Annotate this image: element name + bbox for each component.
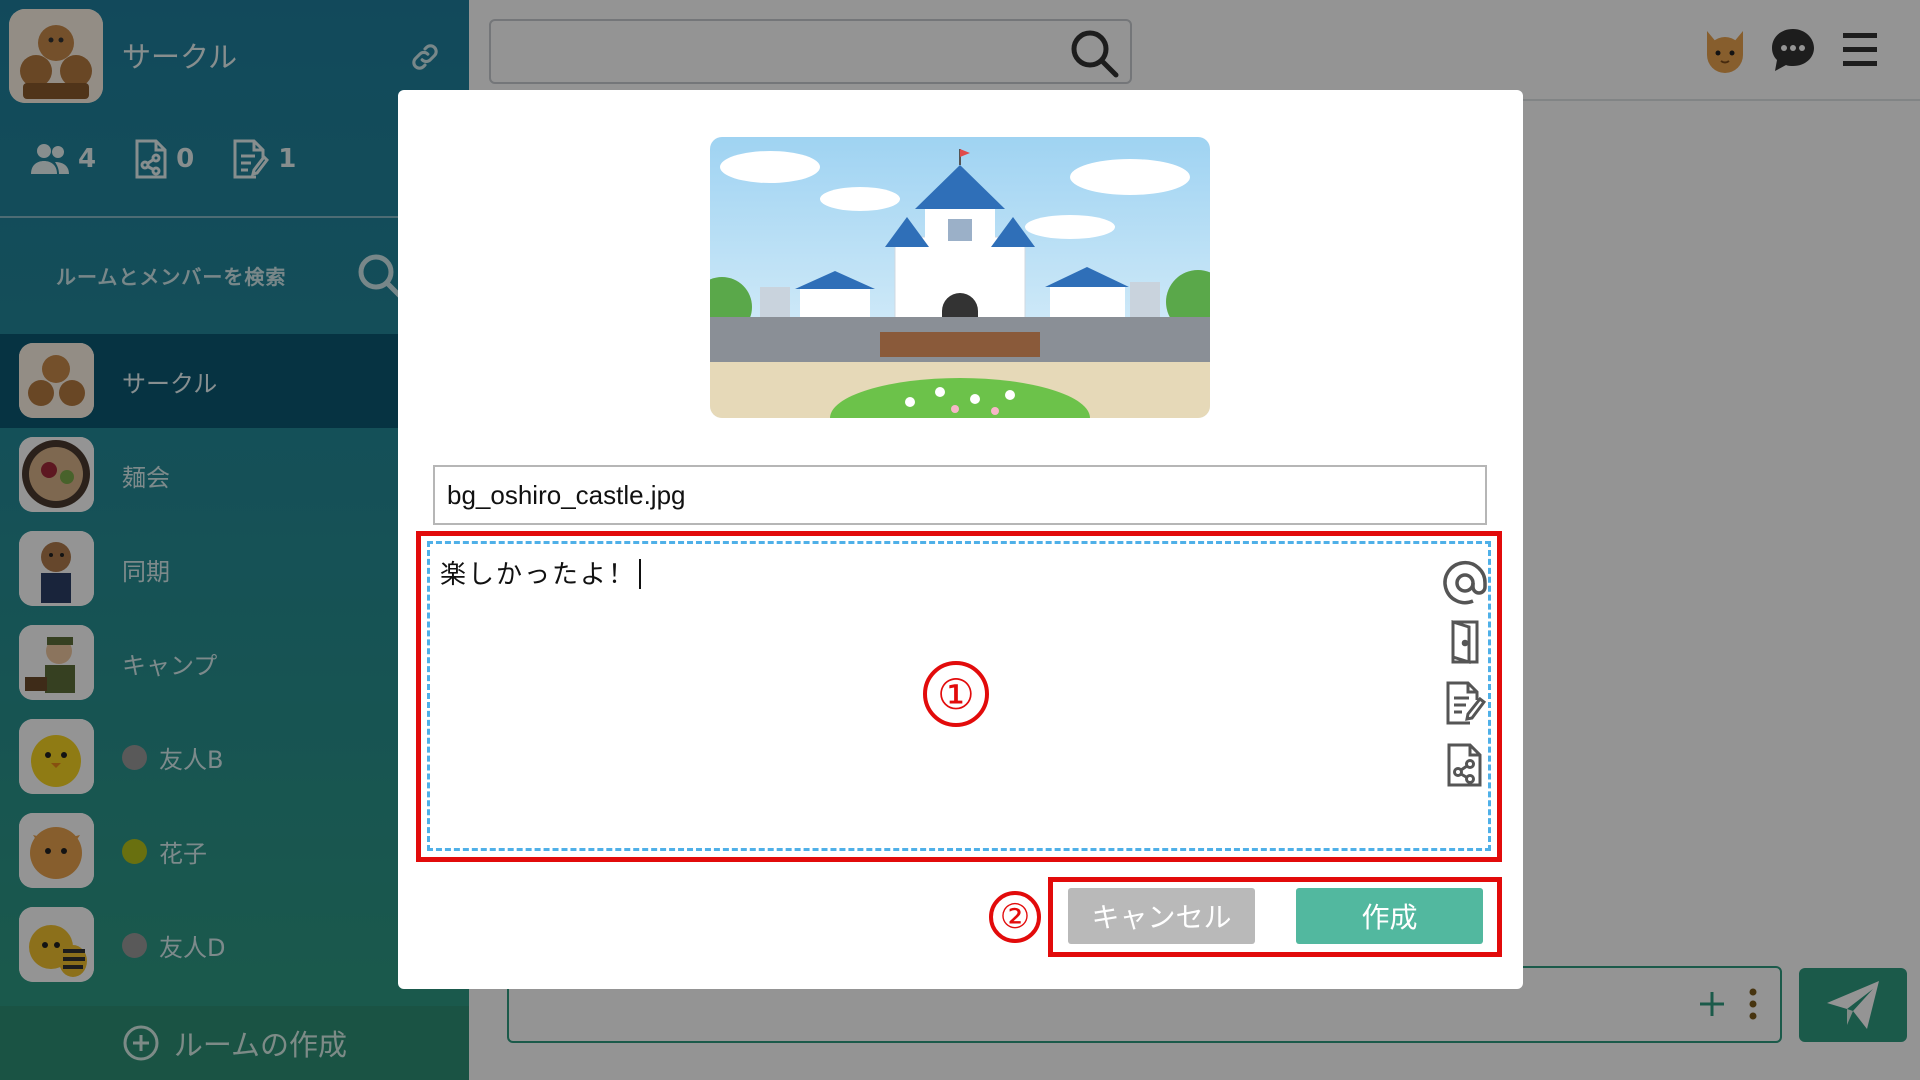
edit-document-icon[interactable] <box>1440 678 1490 728</box>
text-caret <box>639 559 642 589</box>
upload-dialog: bg_oshiro_castle.jpg 楽しかったよ！ ① ② キャンセル 作… <box>398 90 1523 989</box>
filename-input[interactable]: bg_oshiro_castle.jpg <box>433 465 1487 525</box>
annotation-number-2: ② <box>989 891 1041 943</box>
cancel-button[interactable]: キャンセル <box>1068 888 1255 944</box>
create-button[interactable]: 作成 <box>1296 888 1483 944</box>
door-icon[interactable] <box>1440 616 1490 666</box>
annotation-number-1: ① <box>923 661 989 727</box>
mention-at-icon[interactable] <box>1440 558 1490 608</box>
message-text: 楽しかったよ！ <box>440 554 642 591</box>
image-preview <box>710 137 1210 418</box>
shared-document-icon[interactable] <box>1440 740 1490 790</box>
